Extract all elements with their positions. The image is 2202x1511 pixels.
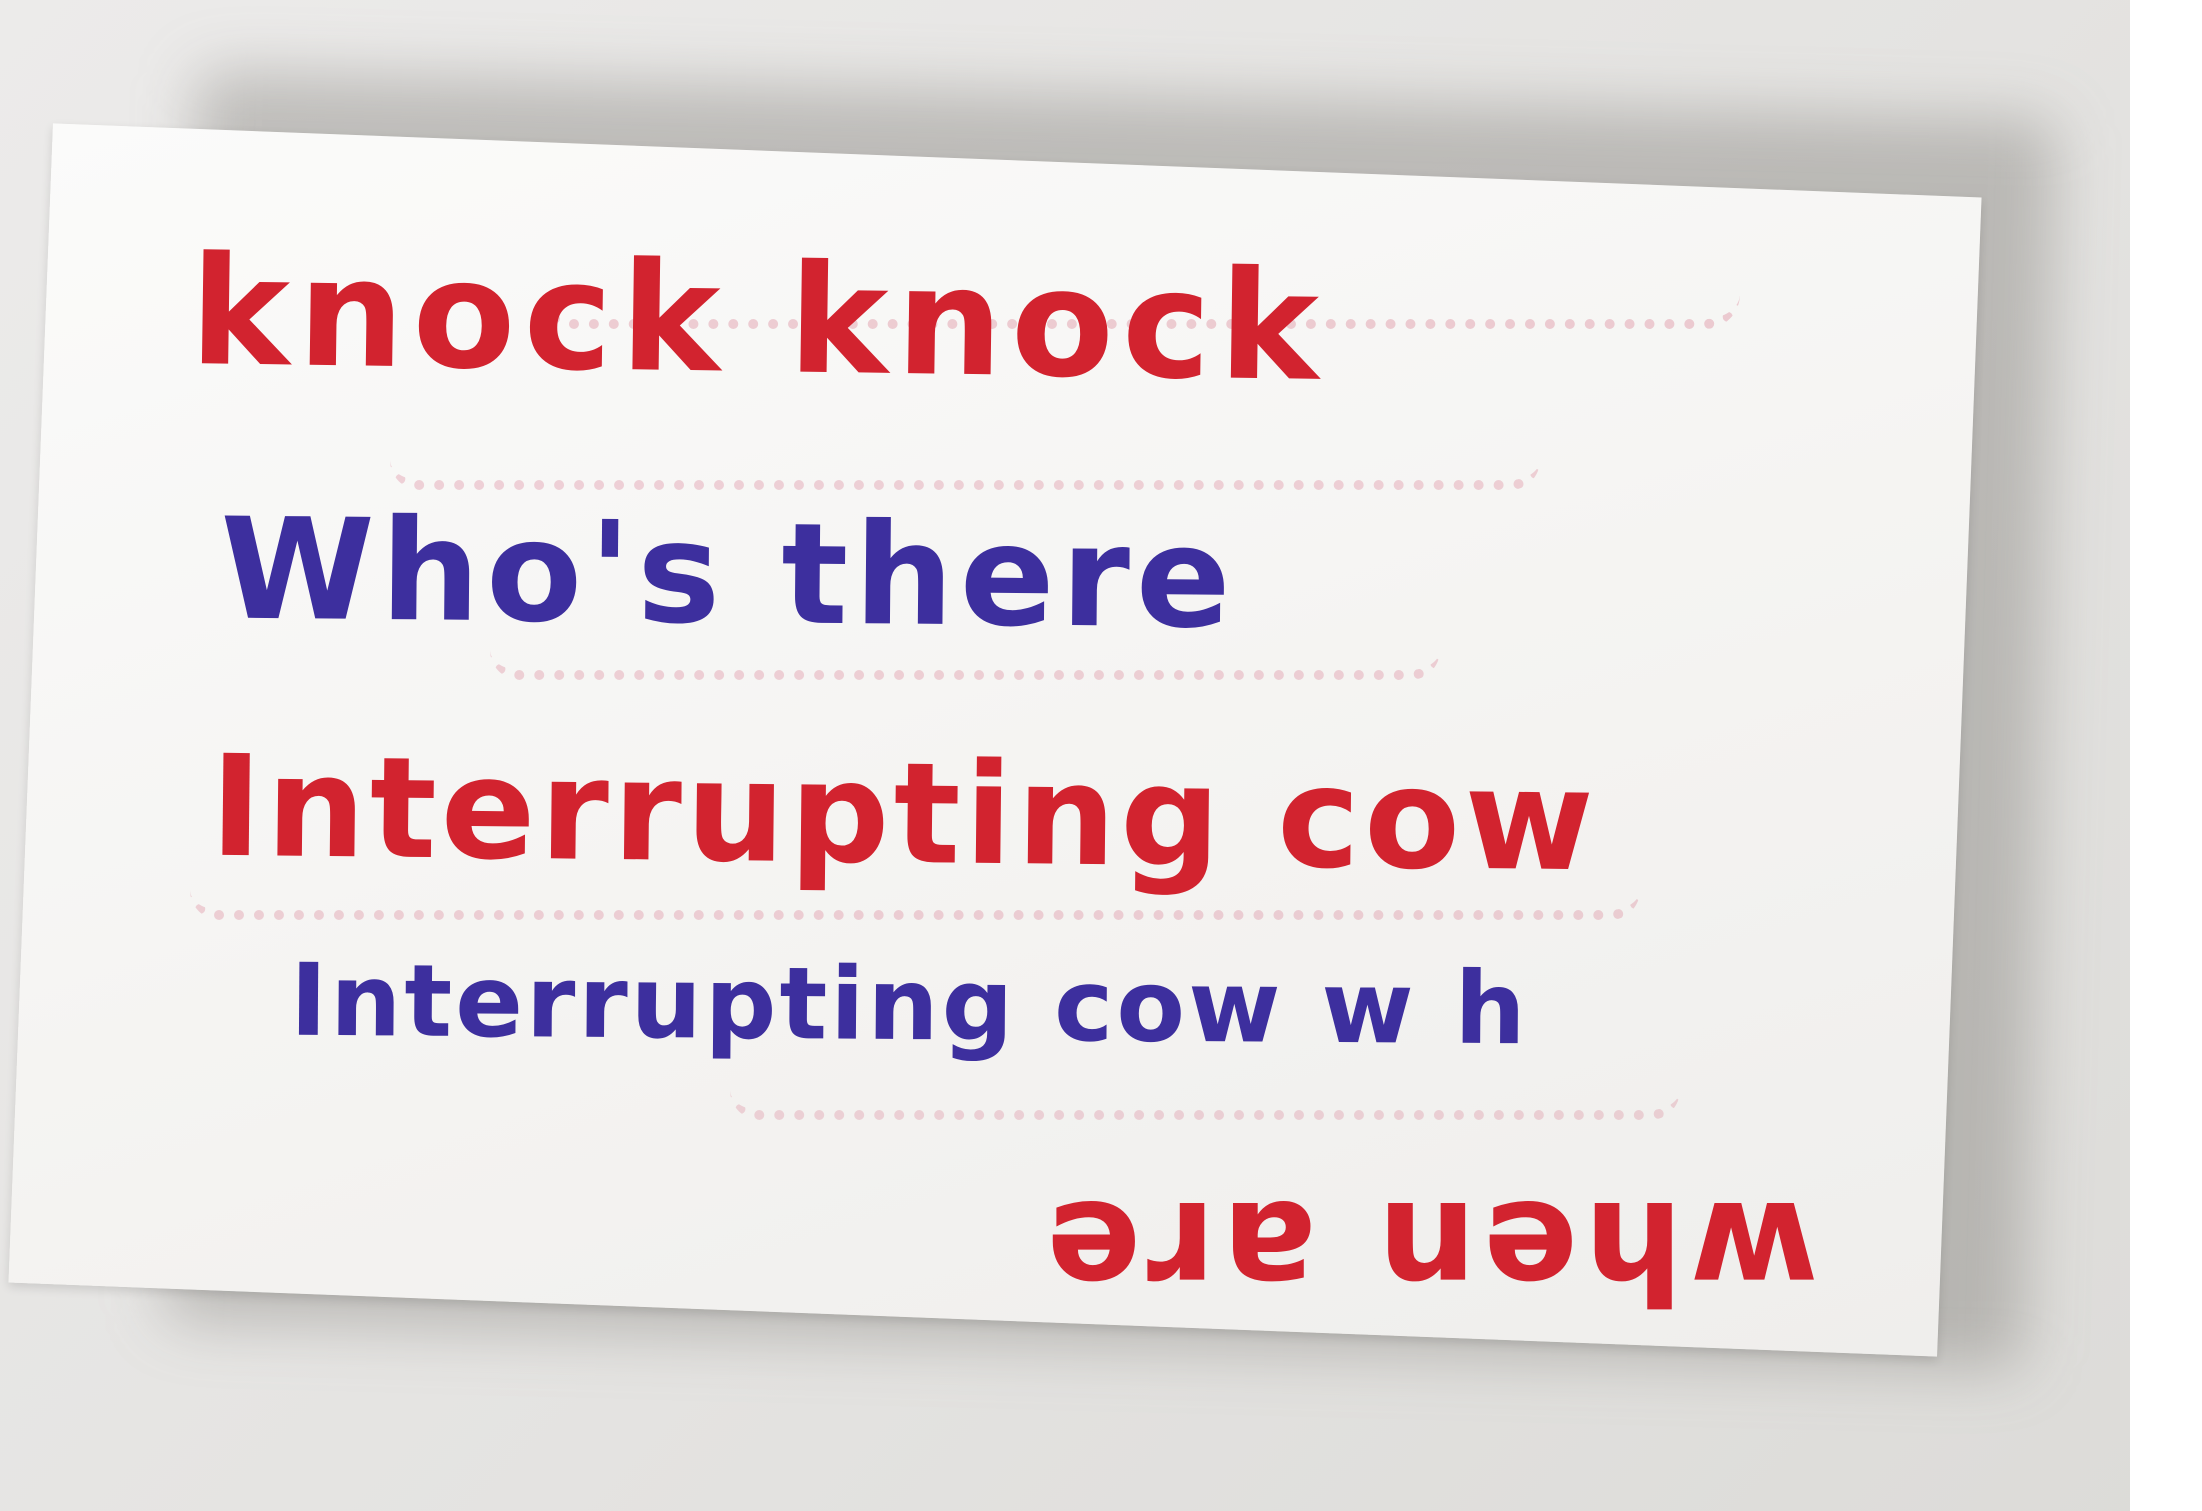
handwritten-line-interrupting-cow: Interrupting cow (209, 725, 1599, 904)
handwritten-line-upside-down: when are (1040, 1169, 1819, 1332)
handwritten-line-interrupting-cow-reply: Interrupting cow w h (289, 941, 1530, 1068)
bleed-through-mark-5 (680, 1060, 1680, 1150)
ink-layer: knock knock Who's there Interrupting cow… (0, 0, 2202, 1511)
handwritten-line-whos-there: Who's there (219, 488, 1238, 661)
handwritten-line-knock-knock: knock knock (188, 225, 1328, 415)
